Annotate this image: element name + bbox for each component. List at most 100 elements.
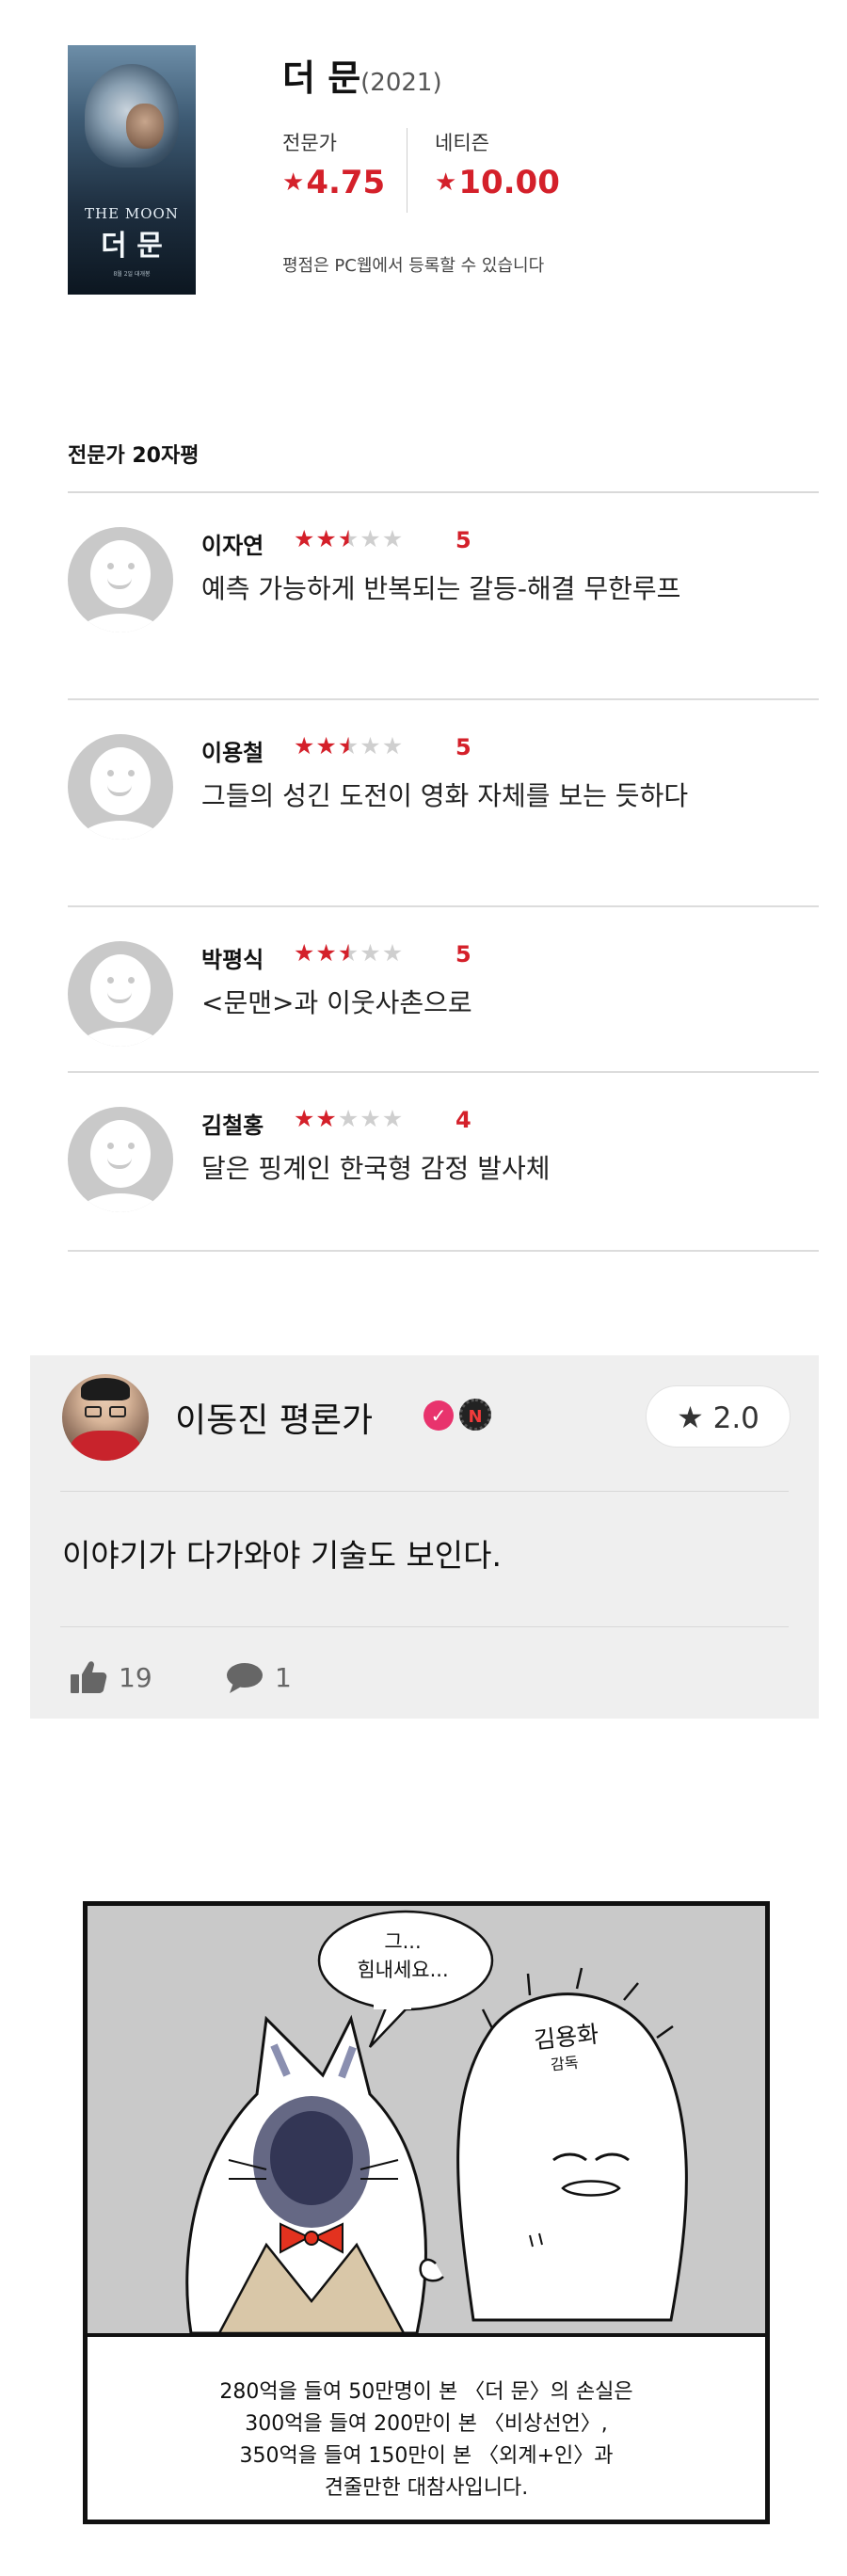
star-rating: ★★★★★ [294,732,404,760]
divider [60,1626,789,1627]
netizen-score: 네티즌 ★10.00 [435,128,560,201]
avatar-eye [128,770,135,776]
star-icon: ★ [315,525,338,552]
avatar-body [73,821,168,840]
star-icon: ★ [294,939,316,967]
reviewer-name[interactable]: 이용철 [201,734,264,767]
star-rating: ★★★★★ [294,939,404,967]
speech-bubble-line: 힘내세요... [357,1959,449,1981]
speech-bubble-line: 그... [384,1930,422,1953]
caption-line: 견줄만한 대참사입니다. [324,2476,529,2500]
star-icon: ★ [282,168,305,197]
score-divider [407,128,408,213]
avatar-eye [128,563,135,569]
review-item: 김철홍 ★★★★★ 4 달은 핑계인 한국형 감정 발사체 [68,1073,819,1252]
star-icon: ★ [294,1105,316,1132]
star-icon: ★ [294,732,316,760]
divider [60,1491,789,1492]
movie-title-text: 더 문 [282,57,361,99]
avatar-hair [81,1378,130,1400]
avatar-eye [128,1143,135,1149]
poster-tagline: THE MOON [85,205,179,222]
review-score: 5 [455,527,471,553]
star-icon: ★ [294,525,316,552]
naver-badge-icon: N [459,1399,491,1431]
verified-badge-icon: ✓ [424,1400,454,1431]
thumbs-up-icon[interactable] [70,1660,107,1694]
review-score: 5 [455,941,471,968]
avatar-eye [107,1143,114,1149]
poster-face [126,104,164,149]
comic-panel: 그... 힘내세요... 김용화 감독 280억을 들여 50만명이 본 〈더 … [83,1901,770,2524]
review-text: <문맨>과 이웃사촌으로 [201,987,472,1018]
pro-score-value: ★4.75 [282,164,385,201]
star-icon: ★ [315,939,338,967]
critic-rating-pill: ★ 2.0 [646,1385,791,1448]
star-icon: ★ [337,1105,360,1132]
star-icon: ★ [435,168,457,197]
director-sign-role: 감독 [550,2053,580,2074]
default-avatar-icon[interactable] [68,734,173,840]
pro-score: 전문가 ★4.75 [282,128,385,201]
review-item: 이자연 ★★★★★ 5 예측 가능하게 반복되는 갈등-해결 무한루프 [68,493,819,700]
netizen-score-number: 10.00 [458,164,560,201]
star-icon: ★ [315,732,338,760]
default-avatar-icon[interactable] [68,527,173,632]
star-icon: ★ [315,1105,338,1132]
avatar-glasses-left [85,1406,102,1417]
star-icon: ★ [360,732,382,760]
critic-name[interactable]: 이동진 평론가 [175,1393,373,1442]
star-rating: ★★★★★ [294,1105,404,1132]
star-icon: ★ [360,1105,382,1132]
caption-line: 280억을 들여 50만명이 본 〈더 문〉의 손실은 [219,2380,633,2404]
star-rating: ★★★★★ [294,525,404,552]
review-text: 달은 핑계인 한국형 감정 발사체 [201,1153,551,1184]
avatar-eye [107,563,114,569]
rating-note: 평점은 PC웹에서 등록할 수 있습니다 [282,256,545,276]
avatar-glasses-right [109,1406,126,1417]
pro-score-label: 전문가 [282,132,337,154]
star-icon: ★ [381,939,405,967]
star-icon: ★ [381,525,405,552]
review-item: 박평식 ★★★★★ 5 <문맨>과 이웃사촌으로 [68,907,819,1073]
avatar-body [73,1028,168,1047]
critic-review-text: 이야기가 다가와야 기술도 보인다. [62,1537,502,1574]
star-icon: ★ [381,732,405,760]
review-item: 이용철 ★★★★★ 5 그들의 성긴 도전이 영화 자체를 보는 듯하다 [68,700,819,907]
avatar-head [90,540,151,608]
star-icon: ★ [381,1105,405,1132]
avatar-body [73,1193,168,1212]
caption-line: 300억을 들여 200만이 본 〈비상선언〉, [245,2412,608,2436]
comic-caption: 280억을 들여 50만명이 본 〈더 문〉의 손실은 300억을 들여 200… [88,2333,765,2520]
star-icon: ★ [677,1400,704,1435]
reviewer-name[interactable]: 이자연 [201,527,264,560]
poster-footer: 8월 2일 대개봉 [113,271,151,278]
comment-bubble-icon[interactable] [226,1662,264,1694]
caption-line: 350억을 들여 150만이 본 〈외계+인〉과 [239,2444,614,2468]
like-count: 19 [119,1662,152,1693]
pro-score-number: 4.75 [306,164,386,201]
default-avatar-icon[interactable] [68,941,173,1047]
reviewer-name[interactable]: 박평식 [201,941,264,974]
avatar-body [73,614,168,632]
reviewer-name[interactable]: 김철홍 [201,1107,264,1140]
critics-heading: 전문가 20자평 [68,444,200,468]
avatar-eye [128,977,135,984]
netizen-score-value: ★10.00 [435,164,560,201]
movie-year: (2021) [360,69,442,97]
review-score: 5 [455,734,471,760]
critic-avatar[interactable] [62,1374,149,1461]
star-icon: ★ [337,732,360,760]
movie-poster[interactable]: THE MOON 더 문 8월 2일 대개봉 [68,45,196,295]
movie-header: THE MOON 더 문 8월 2일 대개봉 더 문(2021) 전문가 ★4.… [0,0,847,358]
default-avatar-icon[interactable] [68,1107,173,1212]
star-icon: ★ [337,525,360,552]
critic-review-card: 이동진 평론가 ✓ N ★ 2.0 이야기가 다가와야 기술도 보인다. 19 … [30,1355,819,1719]
star-icon: ★ [360,525,382,552]
review-score: 4 [455,1107,471,1133]
review-text: 그들의 성긴 도전이 영화 자체를 보는 듯하다 [201,780,689,811]
avatar-head [90,1120,151,1188]
star-icon: ★ [360,939,382,967]
movie-title: 더 문(2021) [282,49,442,101]
avatar-eye [107,770,114,776]
